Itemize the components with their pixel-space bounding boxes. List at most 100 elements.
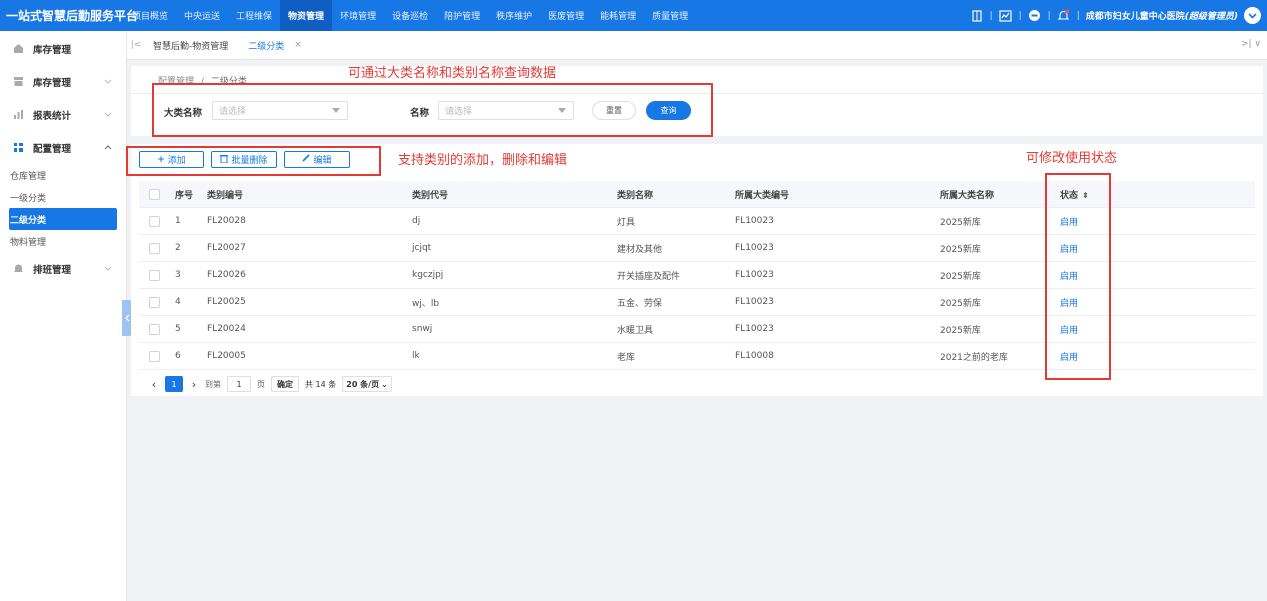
nav-item-environment[interactable]: 环境管理 — [332, 0, 384, 31]
cell-dh: dj — [412, 216, 421, 226]
cell-dh: kgczjpj — [412, 270, 444, 280]
page-size-select[interactable]: 20 条/页 ⌄ — [342, 376, 392, 392]
nav-item-quality[interactable]: 质量管理 — [644, 0, 696, 31]
page-tabs: |< 智慧后勤-物资管理 二级分类 × >| ∨ — [127, 31, 1267, 60]
header-name: 类别名称 — [617, 190, 654, 201]
separator: | — [1076, 10, 1080, 21]
chevron-down-icon: ⌄ — [381, 379, 388, 389]
user-name[interactable]: 成都市妇女儿童中心医院(超级管理员) — [1086, 9, 1238, 22]
sidebar-item-label: 排班管理 — [33, 264, 72, 276]
header-dh: 类别代号 — [412, 190, 449, 201]
separator: | — [1018, 10, 1022, 21]
cell-code: FL20005 — [207, 351, 246, 361]
cell-parent-name: 2025新库 — [940, 217, 981, 228]
cell-code: FL20028 — [207, 216, 246, 226]
cell-parent-name: 2021之前的老库 — [940, 352, 1008, 363]
sidebar-item-reports[interactable]: 报表统计 — [0, 98, 126, 131]
cell-code: FL20025 — [207, 297, 246, 307]
goto-page-input[interactable]: 1 — [227, 376, 251, 392]
cell-no: 1 — [175, 216, 181, 226]
row-checkbox[interactable] — [149, 269, 160, 281]
grid-icon — [12, 142, 24, 154]
annotation-search-note: 可通过大类名称和类别名称查询数据 — [348, 66, 557, 81]
cell-code: FL20026 — [207, 270, 246, 280]
row-checkbox-cell — [139, 269, 165, 281]
sidebar-subitem-materials[interactable]: 物料管理 — [0, 230, 126, 252]
prev-page-icon[interactable]: ‹ — [149, 378, 159, 391]
nav-item-energy[interactable]: 能耗管理 — [592, 0, 644, 31]
nav-item-materials[interactable]: 物资管理 — [280, 0, 333, 31]
sidebar-subitem-warehouse[interactable]: 仓库管理 — [0, 164, 126, 186]
chevron-down-icon — [104, 109, 112, 120]
sidebar-item-config[interactable]: 配置管理 — [0, 131, 126, 164]
goto-confirm-button[interactable]: 确定 — [271, 376, 299, 392]
cell-name: 开关插座及配件 — [617, 271, 681, 282]
top-navbar: 一站式智慧后勤服务平台 项目概览 中央运送 工程维保 物资管理 环境管理 设备巡… — [0, 0, 1267, 31]
sidebar-item-inventory[interactable]: 库存管理 — [0, 65, 126, 98]
cell-no: 6 — [175, 351, 181, 361]
cell-parent-code: FL10023 — [735, 243, 774, 253]
tab-materials-home[interactable]: 智慧后勤-物资管理 — [143, 31, 238, 60]
cell-code: FL20027 — [207, 243, 246, 253]
sidebar-subitem-level2[interactable]: 二级分类 — [9, 208, 117, 230]
nav-item-order[interactable]: 秩序维护 — [488, 0, 540, 31]
chevron-down-icon — [104, 76, 112, 87]
chevron-left-icon — [124, 314, 129, 322]
document-icon[interactable] — [970, 9, 984, 23]
cell-no: 5 — [175, 324, 181, 334]
nav-item-maintenance[interactable]: 工程维保 — [228, 0, 280, 31]
annotation-toolbar-note: 支持类别的添加，删除和编辑 — [398, 153, 568, 168]
bell-icon[interactable] — [1057, 9, 1071, 23]
row-checkbox-cell — [139, 242, 165, 254]
close-icon[interactable]: × — [294, 40, 302, 50]
cell-name: 老库 — [617, 352, 636, 363]
tab-scroll-left-icon[interactable]: |< — [129, 40, 143, 50]
row-checkbox[interactable] — [149, 242, 160, 254]
separator: | — [989, 10, 993, 21]
sidebar-item-inventory-home[interactable]: 库存管理 — [0, 32, 126, 65]
cell-code: FL20024 — [207, 324, 246, 334]
trend-chart-icon[interactable] — [999, 9, 1013, 23]
row-checkbox-cell — [139, 215, 165, 227]
annotation-box-search — [152, 83, 713, 137]
user-menu-chevron-icon[interactable] — [1244, 7, 1261, 24]
tab-level2[interactable]: 二级分类 × — [238, 31, 312, 60]
nav-item-escort[interactable]: 陪护管理 — [436, 0, 488, 31]
chevron-down-icon — [104, 263, 112, 274]
page-size-label: 20 条/页 — [346, 379, 380, 389]
row-checkbox[interactable] — [149, 215, 160, 227]
page-number-current[interactable]: 1 — [165, 376, 183, 392]
cell-name: 建材及其他 — [617, 244, 663, 255]
nav-item-overview[interactable]: 项目概览 — [124, 0, 176, 31]
cell-parent-name: 2025新库 — [940, 325, 981, 336]
nav-item-medwaste[interactable]: 医废管理 — [540, 0, 592, 31]
separator: | — [1047, 10, 1051, 21]
cell-name: 五金、劳保 — [617, 298, 663, 309]
nav-item-transport[interactable]: 中央运送 — [176, 0, 228, 31]
sidebar-item-label: 库存管理 — [33, 77, 72, 89]
sidebar-item-schedule[interactable]: 排班管理 — [0, 252, 126, 285]
cell-dh: lk — [412, 351, 420, 361]
next-page-icon[interactable]: › — [189, 378, 199, 391]
tab-label: 二级分类 — [248, 41, 285, 52]
row-checkbox-cell — [139, 350, 165, 362]
cell-parent-code: FL10023 — [735, 270, 774, 280]
message-icon[interactable] — [1028, 9, 1042, 23]
cell-parent-name: 2025新库 — [940, 271, 981, 282]
user-role: (超级管理员) — [1184, 12, 1238, 22]
sidebar: 库存管理 库存管理 报表统计 配置管理 仓库管理 一级分类 二级分类 物料管理 … — [0, 31, 127, 601]
row-checkbox[interactable] — [149, 296, 160, 308]
top-right-tools: | | | | 成都市妇女儿童中心医院(超级管理员) — [970, 0, 1261, 31]
goto-label: 到第 — [205, 379, 221, 389]
row-checkbox[interactable] — [149, 350, 160, 362]
cell-parent-code: FL10008 — [735, 351, 774, 361]
cell-no: 3 — [175, 270, 181, 280]
tab-scroll-right-icon[interactable]: >| ∨ — [1241, 39, 1261, 49]
sidebar-item-label: 报表统计 — [33, 110, 72, 122]
row-checkbox[interactable] — [149, 323, 160, 335]
home-icon — [12, 43, 24, 55]
nav-item-inspection[interactable]: 设备巡检 — [384, 0, 436, 31]
select-all-checkbox[interactable] — [149, 188, 160, 200]
sidebar-subitem-level1[interactable]: 一级分类 — [0, 186, 126, 208]
bell-icon — [12, 263, 24, 275]
